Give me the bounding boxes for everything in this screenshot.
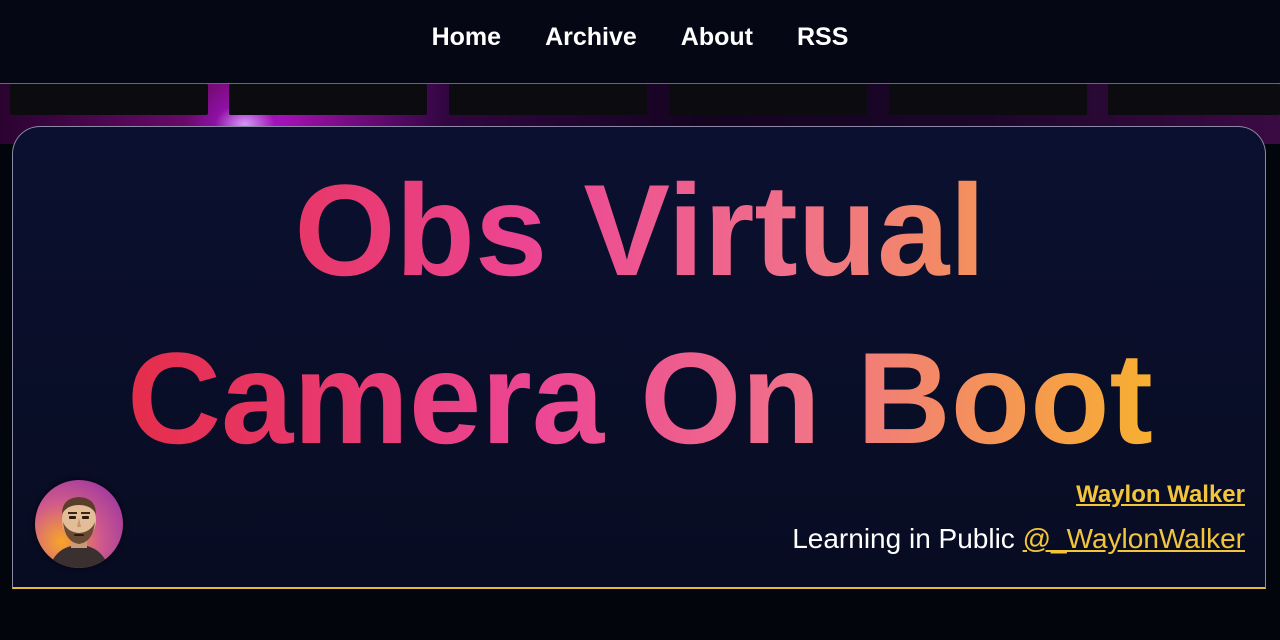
tagline-text: Learning in Public <box>792 523 1023 554</box>
author-tagline: Learning in Public @_WaylonWalker <box>792 523 1245 555</box>
decorative-tile <box>449 84 647 115</box>
decorative-tile <box>10 84 208 115</box>
author-name-link[interactable]: Waylon Walker <box>1076 481 1245 509</box>
nav-link-home[interactable]: Home <box>410 22 523 52</box>
decorative-tile <box>1108 84 1280 115</box>
avatar-portrait-icon <box>49 497 109 568</box>
decorative-tile <box>229 84 427 115</box>
post-title-line-2: Camera On Boot <box>127 325 1153 471</box>
author-handle-link[interactable]: @_WaylonWalker <box>1023 523 1245 554</box>
nav-list: Home Archive About RSS <box>410 22 871 52</box>
nav-link-rss[interactable]: RSS <box>775 22 870 52</box>
post-title: Obs Virtual Camera On Boot <box>0 146 1280 482</box>
decorative-tile <box>669 84 867 115</box>
nav-link-about[interactable]: About <box>659 22 775 52</box>
page: Home Archive About RSS Obs Virtual Camera… <box>0 0 1280 640</box>
post-title-line-1: Obs Virtual <box>294 157 986 303</box>
decorative-tile <box>889 84 1087 115</box>
top-navigation: Home Archive About RSS <box>0 0 1280 84</box>
author-avatar[interactable] <box>35 480 123 568</box>
nav-link-archive[interactable]: Archive <box>523 22 659 52</box>
